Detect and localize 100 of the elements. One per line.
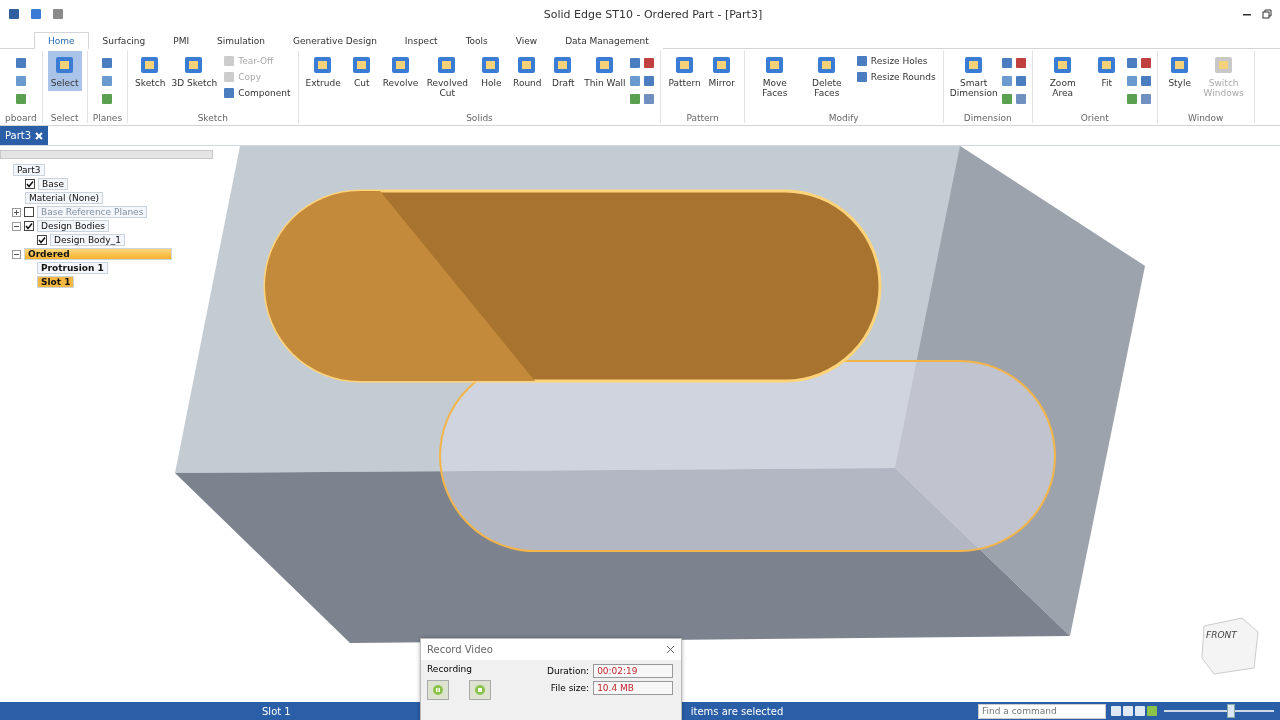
ribbon-button[interactable]: Component xyxy=(221,87,293,99)
ribbon-button[interactable]: Resize Holes xyxy=(853,55,938,67)
slider-thumb[interactable] xyxy=(1227,704,1235,718)
stop-button[interactable] xyxy=(469,680,491,700)
square-icon[interactable] xyxy=(52,8,64,20)
ribbon-button[interactable]: Hole xyxy=(474,51,509,91)
square-icon[interactable] xyxy=(1000,93,1013,105)
square-icon[interactable] xyxy=(1139,75,1152,87)
ribbon-button[interactable]: Pattern xyxy=(666,51,703,91)
ribbon-tab[interactable]: Home xyxy=(34,32,89,49)
square-icon[interactable] xyxy=(629,93,642,105)
status-text: items are selected xyxy=(690,705,784,717)
section-label: Recording xyxy=(427,664,473,674)
group-label: Dimension xyxy=(963,113,1012,123)
square-icon[interactable] xyxy=(643,57,656,69)
square-icon[interactable] xyxy=(30,8,42,20)
checkbox[interactable] xyxy=(24,221,34,231)
ribbon-button[interactable]: Mirror xyxy=(704,51,739,91)
square-icon[interactable] xyxy=(1014,93,1027,105)
square-icon[interactable] xyxy=(1122,705,1134,717)
square-icon[interactable] xyxy=(1000,57,1013,69)
close-icon[interactable] xyxy=(666,645,675,654)
ribbon-button[interactable]: Fit xyxy=(1089,51,1124,91)
group-label: Window xyxy=(1187,113,1224,123)
command-search-field[interactable]: Find a command xyxy=(978,703,1106,719)
square-icon[interactable] xyxy=(629,75,642,87)
tree-item[interactable]: Design Body_1 xyxy=(50,234,125,246)
group-label: Orient xyxy=(1080,113,1109,123)
field-label: Duration: xyxy=(547,666,590,676)
ribbon-button[interactable]: Round xyxy=(510,51,545,91)
square-icon[interactable] xyxy=(1014,75,1027,87)
square-icon[interactable] xyxy=(14,57,27,69)
ribbon-button[interactable]: Draft xyxy=(546,51,581,91)
ribbon-button[interactable]: Select xyxy=(47,51,82,91)
ribbon-button[interactable]: Delete Faces xyxy=(801,51,852,101)
square-icon[interactable] xyxy=(643,75,656,87)
square-icon[interactable] xyxy=(8,8,20,20)
square-icon[interactable] xyxy=(1000,75,1013,87)
ribbon-button[interactable]: Sketch xyxy=(133,51,168,91)
ribbon-button[interactable]: Smart Dimension xyxy=(948,51,999,101)
square-icon[interactable] xyxy=(14,75,27,87)
document-tab[interactable]: Part3 xyxy=(0,126,49,145)
ribbon-button[interactable]: Revolved Cut xyxy=(422,51,473,101)
square-icon[interactable] xyxy=(1125,75,1138,87)
tree-item[interactable]: Design Bodies xyxy=(37,220,110,232)
restore-icon[interactable] xyxy=(1262,9,1272,19)
tree-item[interactable]: Protrusion 1 xyxy=(37,262,108,274)
stop-icon xyxy=(475,685,485,695)
ribbon-button[interactable]: Move Faces xyxy=(749,51,800,101)
group-label: Sketch xyxy=(197,113,228,123)
ribbon-button[interactable]: Extrude xyxy=(303,51,343,91)
status-text: Slot 1 xyxy=(262,705,291,717)
square-icon xyxy=(53,54,76,76)
square-icon[interactable] xyxy=(14,93,27,105)
ribbon-button[interactable]: Zoom Area xyxy=(1037,51,1088,101)
window-title: Solid Edge ST10 - Ordered Part - [Part3] xyxy=(542,7,764,21)
square-icon xyxy=(763,54,786,76)
square-icon[interactable] xyxy=(101,75,114,87)
square-icon[interactable] xyxy=(1146,705,1158,717)
ribbon-button[interactable]: Thin Wall xyxy=(582,51,628,91)
square-icon xyxy=(1212,54,1235,76)
square-icon[interactable] xyxy=(855,55,868,67)
tree-item[interactable]: Ordered xyxy=(24,248,172,260)
dialog-title: Record Video xyxy=(427,644,493,655)
square-icon[interactable] xyxy=(1110,705,1122,717)
square-icon xyxy=(815,54,838,76)
checkbox[interactable] xyxy=(25,179,35,189)
square-icon[interactable] xyxy=(101,57,114,69)
square-icon xyxy=(1095,54,1118,76)
square-icon xyxy=(1051,54,1074,76)
collapse-icon[interactable] xyxy=(12,249,21,259)
square-icon[interactable] xyxy=(1125,57,1138,69)
group-label: pboard xyxy=(5,113,37,123)
square-icon[interactable] xyxy=(1134,705,1146,717)
tree-item[interactable]: Base xyxy=(38,178,68,190)
tree-item[interactable]: Material (None) xyxy=(25,192,103,204)
ribbon-button[interactable]: Style xyxy=(1162,51,1197,91)
pause-icon xyxy=(433,685,443,695)
square-icon[interactable] xyxy=(1125,93,1138,105)
panel-grip[interactable] xyxy=(0,150,213,159)
ribbon-button[interactable]: Cut xyxy=(344,51,379,91)
tree-item[interactable]: Part3 xyxy=(13,164,45,176)
square-icon[interactable] xyxy=(1139,57,1152,69)
tree-item[interactable]: Slot 1 xyxy=(37,276,75,288)
square-icon[interactable] xyxy=(629,57,642,69)
square-icon[interactable] xyxy=(1014,57,1027,69)
ribbon-button[interactable]: Resize Rounds xyxy=(853,71,938,83)
group-label: Pattern xyxy=(686,113,719,123)
collapse-icon[interactable] xyxy=(12,221,21,231)
square-icon[interactable] xyxy=(643,93,656,105)
square-icon[interactable] xyxy=(101,93,114,105)
checkbox[interactable] xyxy=(37,235,47,245)
square-icon[interactable] xyxy=(1139,93,1152,105)
square-icon[interactable] xyxy=(223,87,236,99)
ribbon-button[interactable]: Revolve xyxy=(380,51,421,91)
field-value: 00:02:19 xyxy=(593,664,674,678)
square-icon xyxy=(710,54,733,76)
square-icon[interactable] xyxy=(855,71,868,83)
field-value: 10.4 MB xyxy=(593,681,674,695)
ribbon-button[interactable]: 3D Sketch xyxy=(169,51,220,91)
